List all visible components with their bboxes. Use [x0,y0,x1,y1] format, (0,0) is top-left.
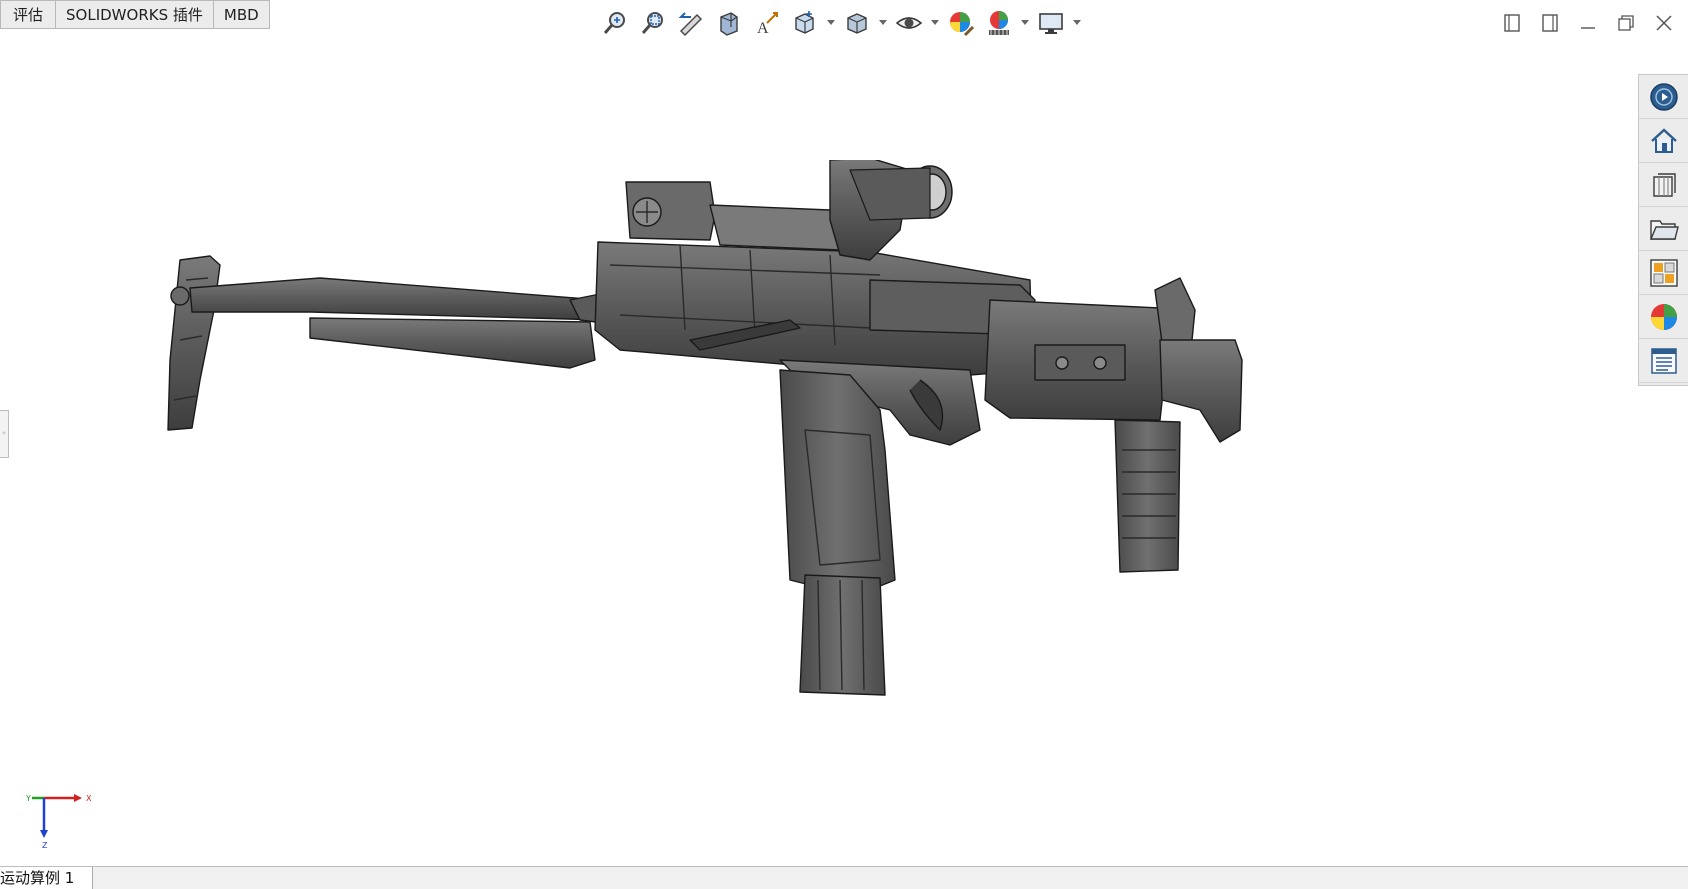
chevron-down-icon[interactable] [1020,6,1030,40]
tab-mbd[interactable]: MBD [212,0,270,29]
triad-x-label: X [86,794,92,803]
view-settings-icon[interactable] [1034,6,1068,40]
zoom-to-area-icon[interactable] [636,6,670,40]
chevron-down-icon[interactable] [826,6,836,40]
tab-motion-study-1[interactable]: 运动算例 1 [0,867,94,889]
magazine [799,574,886,696]
restore-icon[interactable] [1614,8,1638,38]
chevron-down-icon[interactable] [1072,6,1082,40]
heads-up-view-toolbar: A [598,6,1082,40]
graphics-area-model[interactable] [150,160,1350,760]
window-controls [1500,8,1676,38]
dynamic-annotation-icon[interactable]: A [750,6,784,40]
chevron-right-icon: ◦ [1,429,7,438]
section-view-icon[interactable] [712,6,746,40]
edit-appearance-icon[interactable] [944,6,978,40]
display-style-icon[interactable] [840,6,874,40]
chevron-down-icon[interactable] [878,6,888,40]
custom-properties-icon[interactable] [1639,339,1688,383]
bottom-tab-bar: 运动算例 1 [0,866,1688,889]
appearances-scenes-icon[interactable] [1639,295,1688,339]
previous-view-icon[interactable] [674,6,708,40]
solidworks-resources-icon[interactable] [1639,75,1688,119]
stock-butt [167,255,221,431]
folding-stock-arm [189,277,606,321]
task-pane [1638,74,1688,386]
tile-right-icon[interactable] [1538,8,1562,38]
view-orientation-icon[interactable] [788,6,822,40]
apply-scene-icon[interactable] [982,6,1016,40]
command-manager-tabs: 评估 SOLIDWORKS 插件 MBD [0,0,270,30]
reference-triad: X Y Z [25,794,92,850]
tile-left-icon[interactable] [1500,8,1524,38]
triad-y-label: Y [25,794,31,803]
feature-manager-collapse-handle[interactable]: ◦ [0,410,9,458]
zoom-to-fit-icon[interactable] [598,6,632,40]
close-icon[interactable] [1652,8,1676,38]
triad-z-label: Z [42,841,48,850]
view-palette-icon[interactable] [1639,251,1688,295]
hide-show-items-icon[interactable] [892,6,926,40]
home-icon[interactable] [1639,119,1688,163]
design-library-icon[interactable] [1639,163,1688,207]
chevron-down-icon[interactable] [930,6,940,40]
vertical-foregrip [1114,419,1181,573]
tab-evaluate[interactable]: 评估 [0,0,56,29]
minimize-icon[interactable] [1576,8,1600,38]
file-explorer-icon[interactable] [1639,207,1688,251]
tab-solidworks-addins[interactable]: SOLIDWORKS 插件 [55,0,213,29]
